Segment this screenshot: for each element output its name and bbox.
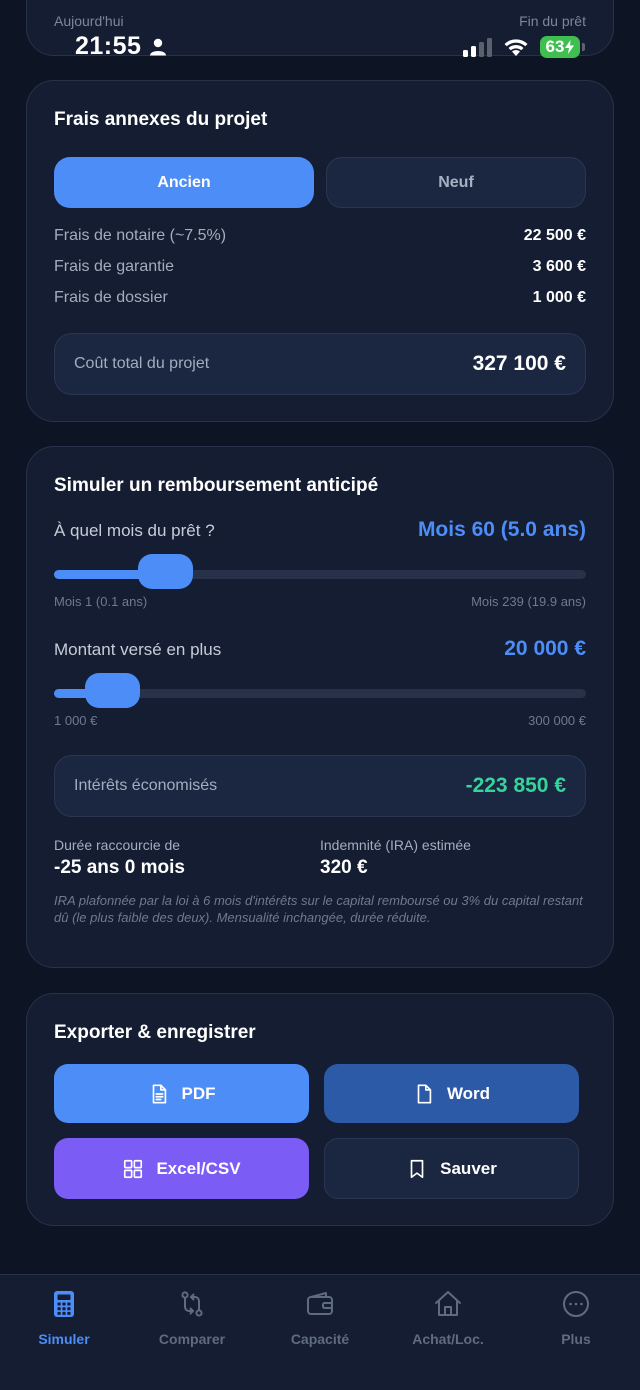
fee-label: Frais de dossier	[54, 289, 168, 306]
month-slider[interactable]	[54, 554, 586, 589]
status-indicators: 63	[463, 36, 585, 58]
total-cost-value: 327 100 €	[472, 352, 566, 375]
export-pdf-button[interactable]: PDF	[54, 1064, 309, 1123]
duration-value: -25 ans 0 mois	[54, 857, 185, 878]
tab-label: Plus	[561, 1331, 591, 1347]
wallet-icon	[307, 1292, 333, 1315]
toggle-ancien-button[interactable]: Ancien	[54, 157, 314, 208]
tab-plus[interactable]: Plus	[512, 1275, 640, 1375]
ira-label: Indemnité (IRA) estimée	[320, 837, 471, 853]
calculator-icon	[54, 1291, 74, 1317]
export-word-button[interactable]: Word	[324, 1064, 579, 1123]
person-icon	[150, 38, 167, 55]
status-time: 21:55	[75, 32, 167, 61]
bottom-tab-bar: Simuler Comparer Capacité Achat/Loc. Plu…	[0, 1274, 640, 1390]
fees-card: Frais annexes du projet Ancien Neuf Frai…	[26, 80, 614, 422]
fee-label: Frais de notaire (~7.5%)	[54, 227, 227, 244]
month-slider-thumb[interactable]	[138, 554, 194, 589]
month-min-label: Mois 1 (0.1 ans)	[54, 594, 148, 609]
total-cost-box: Coût total du projet 327 100 €	[54, 333, 586, 395]
document-text-icon	[152, 1083, 166, 1104]
amount-slider-thumb[interactable]	[85, 673, 141, 708]
document-icon	[417, 1083, 432, 1104]
month-max-label: Mois 239 (19.9 ans)	[471, 594, 586, 609]
tab-capacite[interactable]: Capacité	[256, 1275, 384, 1375]
interest-savings-value: -223 850 €	[465, 774, 566, 797]
ira-note: IRA plafonnée par la loi à 6 mois d'inté…	[54, 893, 583, 925]
timeline-start-label: Aujourd'hui	[54, 13, 124, 29]
screen: Aujourd'hui Fin du prêt 21:55 63 Frais a…	[0, 0, 640, 1390]
interest-savings-box: Intérêts économisés -223 850 €	[54, 755, 586, 817]
fee-row-garantie: Frais de garantie 3 600 €	[54, 258, 586, 276]
fee-label: Frais de garantie	[54, 258, 175, 275]
export-title: Exporter & enregistrer	[54, 1022, 256, 1043]
early-repayment-title: Simuler un remboursement anticipé	[54, 475, 379, 496]
export-word-label: Word	[446, 1083, 491, 1103]
save-label: Sauver	[440, 1158, 497, 1178]
charging-bolt-icon	[565, 40, 575, 54]
month-slider-value: Mois 60 (5.0 ans)	[417, 518, 586, 541]
tab-comparer[interactable]: Comparer	[128, 1275, 256, 1375]
duration-label: Durée raccourcie de	[54, 837, 181, 853]
tab-label: Comparer	[158, 1331, 226, 1347]
wifi-icon	[504, 39, 528, 56]
clock: 21:55	[75, 32, 142, 60]
tab-label: Simuler	[38, 1331, 90, 1347]
export-excel-label: Excel/CSV	[156, 1158, 241, 1178]
save-button[interactable]: Sauver	[324, 1138, 579, 1199]
timeline-end-label: Fin du prêt	[519, 13, 586, 29]
grid-icon	[124, 1159, 143, 1178]
tab-label: Achat/Loc.	[412, 1331, 484, 1347]
tab-simuler[interactable]: Simuler	[0, 1275, 128, 1375]
amount-max-label: 300 000 €	[528, 713, 586, 728]
month-slider-label: À quel mois du prêt ?	[54, 521, 215, 540]
amount-min-label: 1 000 €	[54, 713, 98, 728]
compare-arrows-icon	[181, 1291, 203, 1317]
cellular-signal-icon	[463, 37, 492, 57]
battery-level: 63	[545, 37, 565, 56]
ira-value: 320 €	[320, 857, 368, 878]
fee-value: 3 600 €	[532, 258, 586, 275]
fee-row-notaire: Frais de notaire (~7.5%) 22 500 €	[54, 227, 586, 245]
amount-slider-value: 20 000 €	[504, 637, 586, 660]
fee-value: 1 000 €	[532, 289, 586, 306]
battery-icon: 63	[540, 36, 585, 58]
home-icon	[435, 1291, 461, 1316]
total-cost-label: Coût total du projet	[74, 355, 210, 372]
export-card: Exporter & enregistrer PDF Word Excel/CS…	[26, 993, 614, 1226]
fees-title: Frais annexes du projet	[54, 109, 268, 130]
more-icon	[563, 1291, 589, 1317]
bookmark-icon	[410, 1159, 424, 1178]
interest-savings-label: Intérêts économisés	[74, 777, 218, 794]
export-pdf-label: PDF	[181, 1083, 216, 1103]
early-repayment-card: Simuler un remboursement anticipé À quel…	[26, 446, 614, 968]
amount-slider-label: Montant versé en plus	[54, 640, 222, 659]
tab-achat-loc[interactable]: Achat/Loc.	[384, 1275, 512, 1375]
export-excel-button[interactable]: Excel/CSV	[54, 1138, 309, 1199]
toggle-neuf-button[interactable]: Neuf	[326, 157, 586, 208]
amount-slider[interactable]	[54, 673, 586, 708]
fee-value: 22 500 €	[523, 227, 586, 244]
fee-row-dossier: Frais de dossier 1 000 €	[54, 289, 586, 307]
tab-label: Capacité	[290, 1331, 350, 1347]
